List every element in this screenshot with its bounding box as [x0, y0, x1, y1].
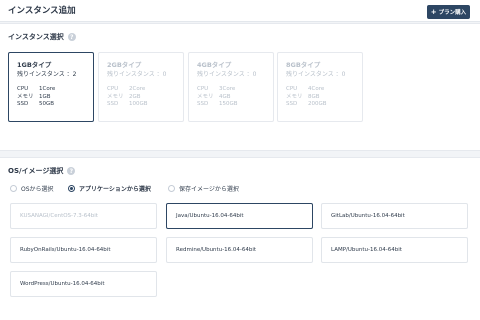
spec-mem: 2GB: [129, 93, 141, 100]
instance-name: 8GBタイプ: [286, 61, 321, 69]
radio-circle: [168, 184, 175, 192]
image-option-redmine[interactable]: Redmine/Ubuntu-16.04-64bit: [166, 237, 313, 263]
radio-label: 保存イメージから選択: [179, 185, 239, 193]
radio-label: アプリケーションから選択: [79, 185, 151, 193]
spec-cpu: 3Core: [219, 86, 236, 92]
spec-cpu: 4Core: [308, 86, 325, 92]
spec-label-ssd: SSD: [17, 101, 29, 107]
spec-label-ssd: SSD: [286, 101, 298, 107]
instance-name: 2GBタイプ: [107, 61, 142, 69]
image-option-gitlab[interactable]: GitLab/Ubuntu-16.04-64bit: [321, 203, 468, 229]
instance-name: 4GBタイプ: [197, 61, 232, 69]
spec-cpu: 2Core: [129, 86, 146, 92]
radio-application[interactable]: アプリケーションから選択: [68, 184, 151, 193]
spec-cpu: 1Core: [39, 86, 56, 92]
instance-section-title-text: インスタンス選択: [8, 33, 64, 41]
buy-plan-button[interactable]: + プラン購入: [427, 5, 470, 19]
spec-mem: 4GB: [219, 93, 231, 100]
os-section-title: OS/イメージ選択 ?: [8, 166, 76, 176]
image-option-kusanagi: KUSANAGI/CentOS-7.3-64bit: [10, 203, 157, 229]
radio-circle: [10, 184, 17, 192]
image-option-wordpress[interactable]: WordPress/Ubuntu-16.04-64bit: [10, 271, 157, 297]
help-icon[interactable]: ?: [67, 33, 76, 41]
spec-ssd: 150GB: [219, 101, 238, 107]
help-icon[interactable]: ?: [67, 167, 76, 175]
spec-mem: 8GB: [308, 93, 320, 100]
instance-card-4gb: 4GBタイプ 残りインスタンス ：0 CPU 3Core メモリ 4GB SSD 15…: [188, 52, 274, 122]
spec-ssd: 100GB: [129, 101, 148, 107]
spec-ssd: 200GB: [308, 101, 327, 107]
image-option-rubyonrails[interactable]: RubyOnRails/Ubuntu-16.04-64bit: [10, 237, 157, 263]
radio-circle: [68, 184, 75, 192]
spec-ssd: 50GB: [39, 101, 55, 107]
image-option-java[interactable]: Java/Ubuntu-16.04-64bit: [166, 203, 313, 229]
spec-label-ssd: SSD: [197, 101, 209, 107]
spec-label-mem: メモリ: [197, 93, 214, 100]
page-header: インスタンス追加 + プラン購入: [0, 0, 480, 22]
radio-saved-image[interactable]: 保存イメージから選択: [168, 184, 239, 193]
spec-label-mem: メモリ: [17, 93, 34, 100]
radio-os[interactable]: OSから選択: [10, 184, 54, 193]
spec-label-mem: メモリ: [286, 93, 303, 100]
spec-label-ssd: SSD: [107, 101, 119, 107]
spec-label-cpu: CPU: [17, 86, 29, 92]
instance-section-title: インスタンス選択 ?: [8, 32, 76, 42]
spec-label-cpu: CPU: [286, 86, 298, 92]
instance-remaining: 残りインスタンス ：0: [286, 71, 346, 78]
spec-label-mem: メモリ: [107, 93, 124, 100]
instance-card-8gb: 8GBタイプ 残りインスタンス ：0 CPU 4Core メモリ 8GB SSD 20…: [277, 52, 363, 122]
page-title: インスタンス追加: [8, 6, 76, 16]
spec-label-cpu: CPU: [197, 86, 209, 92]
instance-remaining: 残りインスタンス ：0: [197, 71, 257, 78]
instance-remaining: 残りインスタンス ：2: [17, 71, 77, 78]
os-section-title-text: OS/イメージ選択: [8, 167, 64, 175]
spec-mem: 1GB: [39, 93, 51, 100]
buy-plan-label: プラン購入: [438, 10, 467, 16]
instance-card-1gb[interactable]: 1GBタイプ 残りインスタンス ：2 CPU 1Core メモリ 1GB SSD 50…: [8, 52, 94, 122]
instance-name: 1GBタイプ: [17, 61, 52, 69]
instance-remaining: 残りインスタンス ：0: [107, 71, 167, 78]
radio-label: OSから選択: [21, 185, 54, 193]
os-image-section: OS/イメージ選択 ? OSから選択 アプリケーションから選択 保存イメージから…: [0, 157, 480, 320]
image-option-lamp[interactable]: LAMP/Ubuntu-16.04-64bit: [321, 237, 468, 263]
plus-icon: +: [430, 7, 437, 16]
instance-section: インスタンス選択 ? 1GBタイプ 残りインスタンス ：2 CPU 1Core メ…: [0, 23, 480, 151]
instance-card-2gb: 2GBタイプ 残りインスタンス ：0 CPU 2Core メモリ 2GB SSD 10…: [98, 52, 184, 122]
spec-label-cpu: CPU: [107, 86, 119, 92]
